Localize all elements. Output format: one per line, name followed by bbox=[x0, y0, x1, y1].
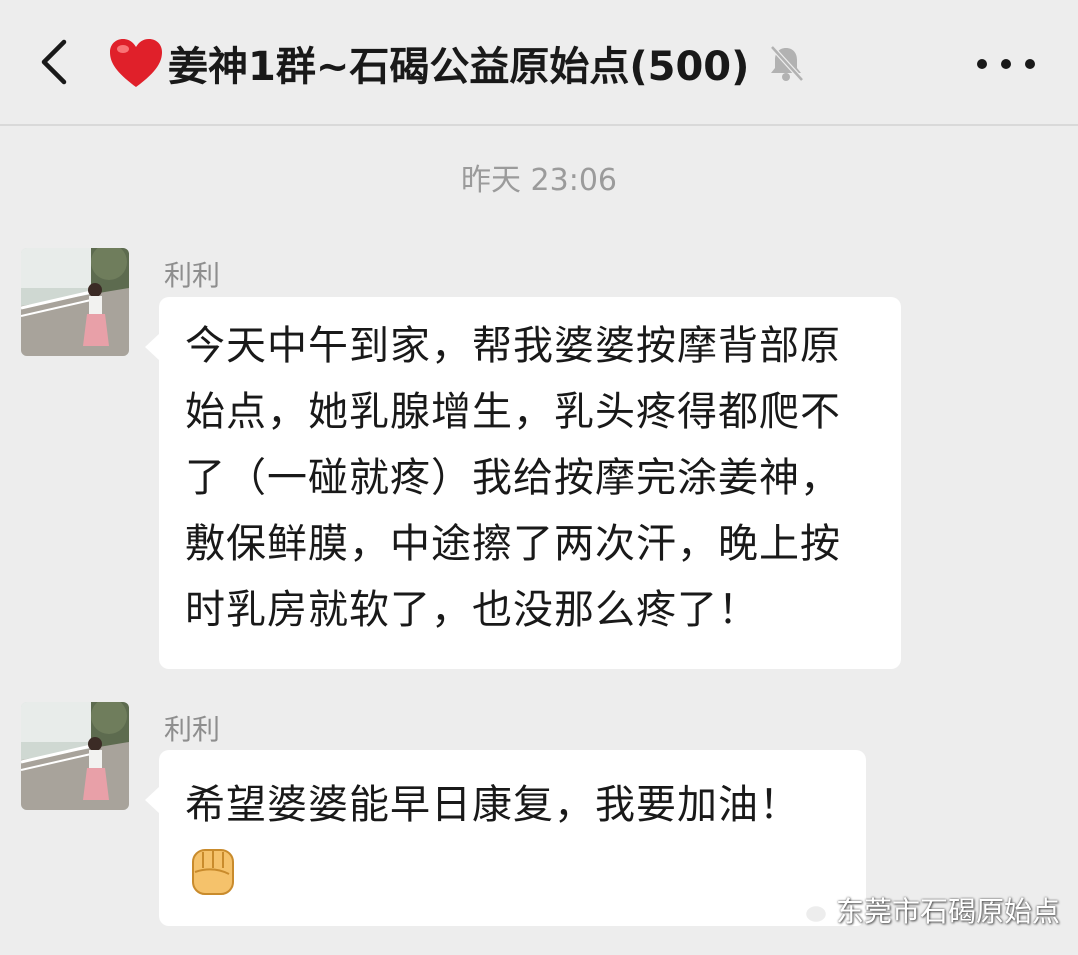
chat-title: 姜神1群~石碣公益原始点(500) bbox=[168, 44, 750, 90]
more-dots-icon bbox=[977, 59, 1035, 69]
avatar[interactable] bbox=[21, 702, 129, 810]
more-button[interactable] bbox=[970, 44, 1042, 84]
message-bubble[interactable]: 今天中午到家，帮我婆婆按摩背部原始点，她乳腺增生，乳头疼得都爬不了（一碰就疼）我… bbox=[145, 297, 901, 669]
user-avatar-icon bbox=[21, 702, 129, 810]
watermark-text: 东莞市石碣原始点 bbox=[836, 895, 1061, 928]
fist-emoji-icon bbox=[192, 849, 234, 895]
heart-icon bbox=[110, 39, 162, 87]
message-timestamp: 昨天 23:06 bbox=[461, 163, 617, 198]
avatar[interactable] bbox=[21, 248, 129, 356]
bell-muted-icon bbox=[770, 45, 805, 82]
sender-name: 利利 bbox=[164, 259, 221, 292]
watermark: 东莞市石碣原始点 bbox=[790, 888, 1060, 932]
wechat-logo-icon bbox=[790, 894, 829, 925]
chevron-left-icon bbox=[41, 39, 67, 85]
chat-header: 姜神1群~石碣公益原始点(500) bbox=[0, 0, 1078, 126]
message-text: 希望婆婆能早日康复，我要加油！ bbox=[185, 782, 800, 828]
message-bubble[interactable]: 希望婆婆能早日康复，我要加油！ bbox=[145, 750, 866, 926]
user-avatar-icon bbox=[21, 248, 129, 356]
sender-name: 利利 bbox=[164, 713, 221, 746]
chat-title-area: 姜神1群~石碣公益原始点(500) bbox=[108, 30, 807, 96]
message-text: 今天中午到家，帮我婆婆按摩背部原始点，她乳腺增生，乳头疼得都爬不了（一碰就疼）我… bbox=[185, 323, 841, 633]
back-button[interactable] bbox=[28, 32, 84, 92]
